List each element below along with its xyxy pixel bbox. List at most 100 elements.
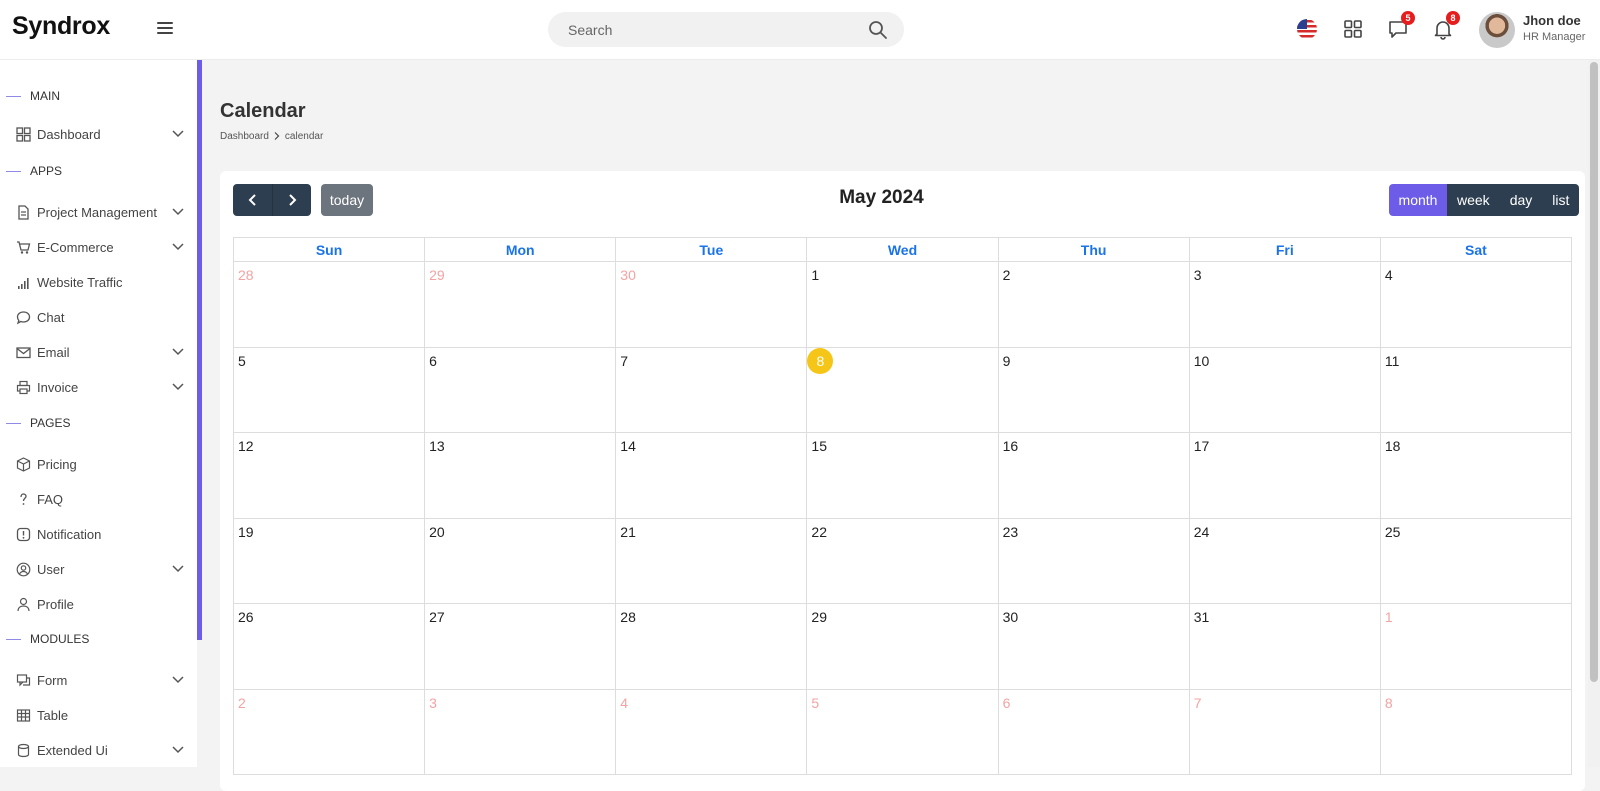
calendar-day-cell[interactable]: 28: [615, 603, 808, 690]
view-week-button[interactable]: week: [1447, 184, 1500, 216]
weekday-fri: Fri: [1188, 237, 1381, 262]
calendar-day-cell[interactable]: 20: [424, 517, 617, 604]
calendar-day-cell[interactable]: 14: [615, 432, 808, 519]
calendar-day-cell[interactable]: 7: [615, 346, 808, 433]
menu-toggle-icon[interactable]: [157, 22, 173, 36]
calendar-day-cell[interactable]: 18: [1379, 432, 1573, 519]
day-number: 22: [811, 523, 827, 540]
sidebar-item-table[interactable]: Table: [0, 701, 197, 731]
calendar-day-cell[interactable]: 22: [806, 517, 999, 604]
sidebar-item-chat[interactable]: Chat: [0, 303, 197, 333]
calendar-day-cell[interactable]: 13: [424, 432, 617, 519]
calendar-day-cell[interactable]: 30: [997, 603, 1190, 690]
day-number: 23: [1002, 523, 1019, 540]
view-list-button[interactable]: list: [1542, 184, 1580, 216]
day-number: 18: [1384, 438, 1401, 454]
weekday-sun: Sun: [232, 237, 426, 262]
calendar-week-row: 26 27 28 29 30 31 1: [232, 603, 1573, 690]
calendar-week-row: 12 13 14 15 16 17 18: [232, 432, 1573, 519]
user-name[interactable]: Jhon doe: [1523, 13, 1581, 28]
day-number: 24: [1193, 523, 1210, 540]
notification-badge: 8: [1446, 11, 1460, 25]
brand-logo[interactable]: Syndrox: [12, 12, 110, 41]
calendar-day-cell[interactable]: 7: [1188, 688, 1381, 775]
calendar-day-cell[interactable]: 16: [997, 432, 1190, 519]
chat-icon: [16, 311, 31, 325]
day-number: 2: [1002, 267, 1011, 283]
calendar-day-cell[interactable]: 9: [997, 346, 1190, 433]
calendar-day-cell[interactable]: 19: [232, 517, 426, 604]
sidebar-item-email[interactable]: Email: [0, 338, 197, 368]
calendar-day-cell[interactable]: 6: [424, 346, 617, 433]
calendar-day-cell[interactable]: 26: [232, 603, 426, 690]
sidebar-item-notification[interactable]: Notification: [0, 520, 197, 550]
calendar-day-cell[interactable]: 12: [232, 432, 426, 519]
calendar-day-cell[interactable]: 8: [806, 346, 999, 433]
calendar-day-cell[interactable]: 2: [997, 261, 1190, 348]
sidebar-item-dashboard[interactable]: Dashboard: [0, 120, 197, 150]
calendar-day-cell[interactable]: 17: [1188, 432, 1381, 519]
sidebar-item-extended-ui[interactable]: Extended Ui: [0, 736, 197, 766]
user-icon: [17, 597, 30, 612]
calendar-day-cell[interactable]: 3: [1188, 261, 1381, 348]
breadcrumb-dashboard[interactable]: Dashboard: [220, 131, 269, 142]
user-avatar[interactable]: [1479, 12, 1515, 48]
sidebar-item-faq[interactable]: FAQ: [0, 485, 197, 515]
sidebar-item-pricing[interactable]: Pricing: [0, 450, 197, 480]
bell-notification[interactable]: 8: [1432, 11, 1460, 40]
calendar-day-cell[interactable]: 4: [1379, 261, 1573, 348]
sidebar-item-form[interactable]: Form: [0, 666, 197, 696]
calendar-day-cell[interactable]: 11: [1379, 346, 1573, 433]
calendar-day-cell[interactable]: 15: [806, 432, 999, 519]
sidebar-item-profile[interactable]: Profile: [0, 590, 197, 620]
apps-grid-icon[interactable]: [1342, 18, 1364, 40]
calendar-day-cell[interactable]: 6: [997, 688, 1190, 775]
calendar-day-cell[interactable]: 29: [806, 603, 999, 690]
calendar-day-cell[interactable]: 10: [1188, 346, 1381, 433]
search-icon[interactable]: [868, 20, 888, 40]
day-number: 27: [429, 609, 445, 625]
calendar-day-cell[interactable]: 21: [615, 517, 808, 604]
view-day-button[interactable]: day: [1499, 184, 1543, 216]
weekday-sat: Sat: [1379, 237, 1573, 262]
sidebar-item-user[interactable]: User: [0, 555, 197, 585]
day-number: 1: [811, 267, 820, 283]
day-number: 13: [429, 438, 445, 454]
calendar-week-row: 2 3 4 5 6 7 8: [232, 688, 1573, 775]
view-month-button[interactable]: month: [1389, 184, 1447, 216]
calendar-day-cell[interactable]: 4: [615, 688, 808, 775]
sidebar-item-website-traffic[interactable]: Website Traffic: [0, 268, 197, 298]
sidebar-item-invoice[interactable]: Invoice: [0, 373, 197, 403]
calendar-day-cell[interactable]: 2: [232, 688, 426, 775]
calendar-week-row: 19 20 21 22 23 24 25: [232, 517, 1573, 604]
sidebar-item-e-commerce[interactable]: E-Commerce: [0, 233, 197, 263]
calendar-day-cell[interactable]: 5: [232, 346, 426, 433]
calendar-day-cell[interactable]: 29: [424, 261, 617, 348]
search-input[interactable]: [568, 12, 858, 47]
scrollbar-thumb[interactable]: [1590, 62, 1598, 682]
calendar-day-cell[interactable]: 31: [1188, 603, 1381, 690]
page-title: Calendar: [220, 100, 306, 122]
chevron-down-icon: [172, 208, 184, 216]
day-number: 20: [429, 523, 445, 540]
sidebar-item-label: Notification: [37, 527, 102, 542]
calendar-day-cell[interactable]: 1: [1379, 603, 1573, 690]
us-flag-icon[interactable]: [1296, 18, 1318, 40]
sidebar-item-label: Email: [37, 345, 70, 360]
day-number: 8: [1384, 694, 1393, 711]
day-number: 29: [811, 609, 827, 625]
calendar-day-cell[interactable]: 24: [1188, 517, 1381, 604]
calendar-day-cell[interactable]: 30: [615, 261, 808, 348]
chat-notification[interactable]: 5: [1387, 11, 1415, 40]
calendar-day-cell[interactable]: 28: [232, 261, 426, 348]
calendar-day-cell[interactable]: 8: [1379, 688, 1573, 775]
calendar-day-cell[interactable]: 23: [997, 517, 1190, 604]
form-icon: [16, 674, 31, 687]
chevron-down-icon: [172, 243, 184, 251]
calendar-day-cell[interactable]: 25: [1379, 517, 1573, 604]
calendar-day-cell[interactable]: 3: [424, 688, 617, 775]
calendar-day-cell[interactable]: 27: [424, 603, 617, 690]
calendar-day-cell[interactable]: 5: [806, 688, 999, 775]
sidebar-item-label: Invoice: [37, 380, 79, 395]
calendar-day-cell[interactable]: 1: [806, 261, 999, 348]
